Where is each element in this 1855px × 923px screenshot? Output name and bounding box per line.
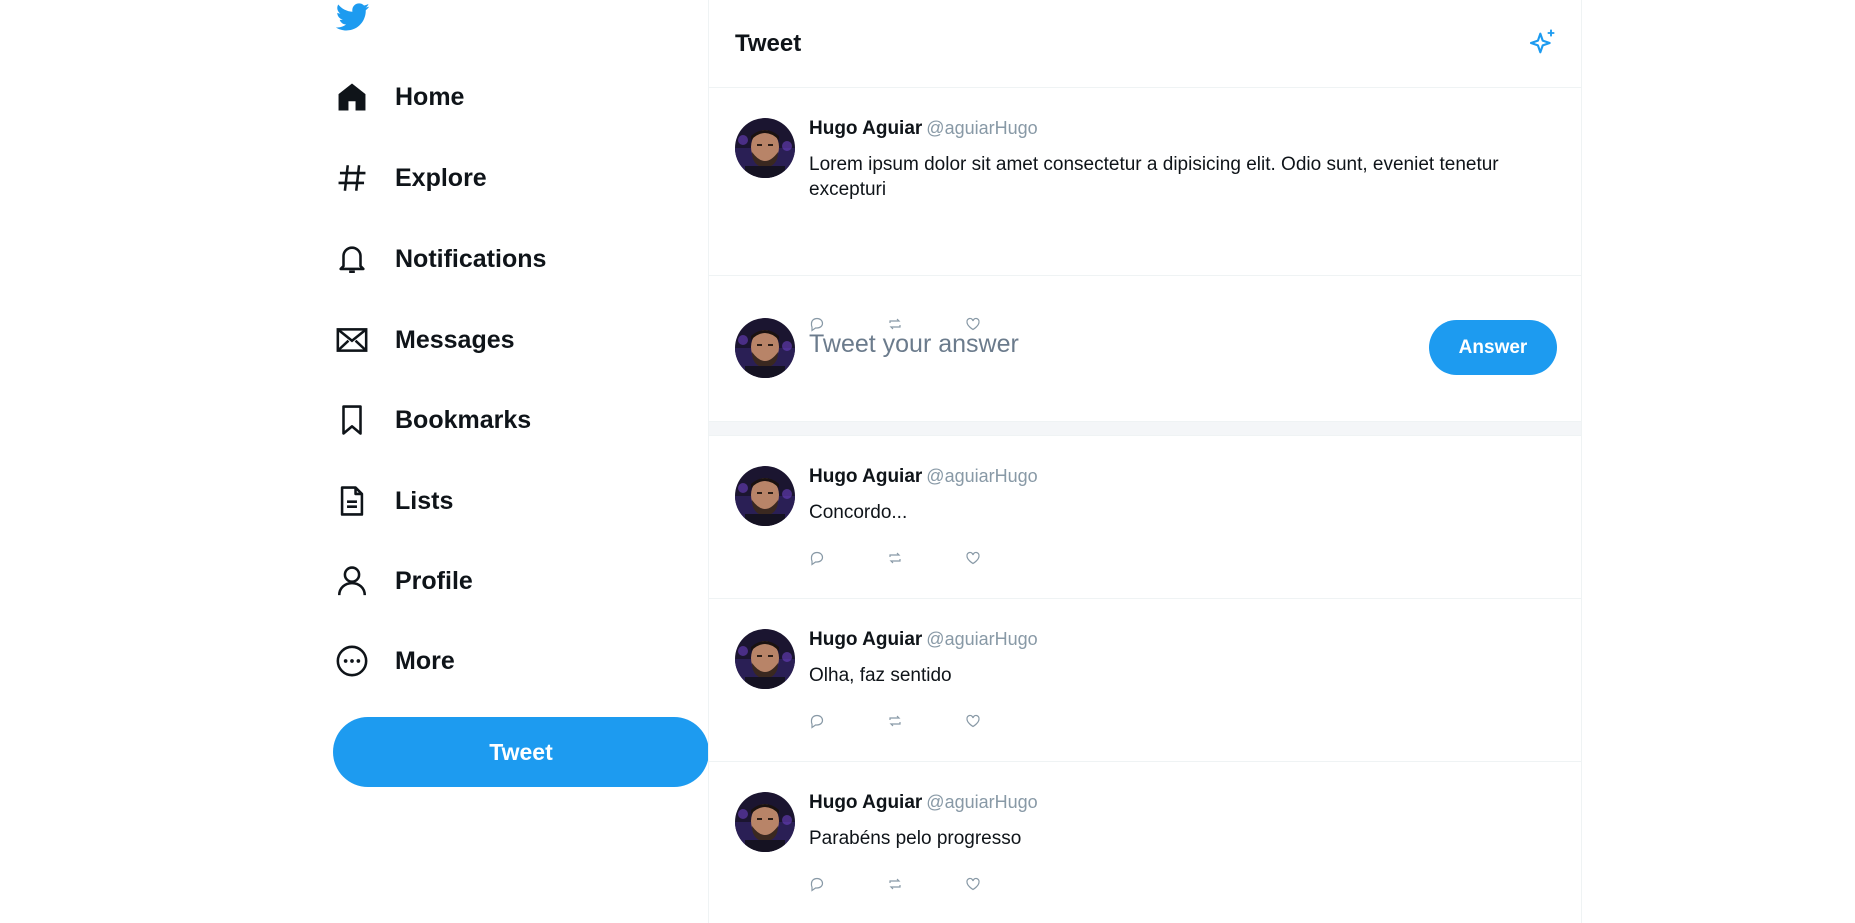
sidebar-item-label: Explore xyxy=(395,163,487,192)
sidebar: Home Explore Notifications Messages Book… xyxy=(333,0,709,923)
sidebar-item-label: More xyxy=(395,646,455,675)
reply-box: Answer xyxy=(709,276,1581,422)
avatar[interactable] xyxy=(735,466,795,526)
user-icon xyxy=(333,562,371,600)
reply-tweet[interactable]: Hugo Aguiar @aguiarHugo Concordo... xyxy=(709,436,1581,599)
avatar[interactable] xyxy=(735,629,795,689)
reply-tweet[interactable]: Hugo Aguiar @aguiarHugo Parabéns pelo pro… xyxy=(709,762,1581,923)
sidebar-item-explore[interactable]: Explore xyxy=(333,150,487,206)
tweet-text: Lorem ipsum dolor sit amet consectetur a… xyxy=(809,154,1499,200)
avatar[interactable] xyxy=(735,318,795,378)
tweet-text: Parabéns pelo progresso xyxy=(809,828,1022,849)
sparkle-icon[interactable] xyxy=(1527,27,1559,59)
tweet-body: Hugo Aguiar @aguiarHugo Lorem ipsum dolor… xyxy=(809,118,1541,202)
tweet-text: Olha, faz sentido xyxy=(809,665,952,686)
reply-icon[interactable] xyxy=(809,713,825,729)
author-handle[interactable]: @aguiarHugo xyxy=(926,118,1037,138)
tweet-author: Hugo Aguiar @aguiarHugo xyxy=(809,466,1541,488)
main-tweet[interactable]: Hugo Aguiar @aguiarHugo Lorem ipsum dolor… xyxy=(709,88,1581,332)
hashtag-icon xyxy=(333,159,371,197)
avatar[interactable] xyxy=(735,118,795,178)
sidebar-item-label: Bookmarks xyxy=(395,405,532,434)
tweet-body: Hugo Aguiar @aguiarHugo Concordo... xyxy=(809,466,1541,525)
answer-button[interactable]: Answer xyxy=(1429,320,1557,375)
author-handle[interactable]: @aguiarHugo xyxy=(926,629,1037,649)
tweet-author: Hugo Aguiar @aguiarHugo xyxy=(809,629,1541,651)
bookmark-icon xyxy=(333,401,371,439)
list-document-icon xyxy=(333,482,371,520)
sidebar-item-label: Notifications xyxy=(395,244,547,273)
tweet-author: Hugo Aguiar @aguiarHugo xyxy=(809,792,1541,814)
author-name[interactable]: Hugo Aguiar xyxy=(809,629,922,650)
author-name[interactable]: Hugo Aguiar xyxy=(809,466,922,487)
tweet-actions xyxy=(809,713,981,729)
tweet-actions xyxy=(809,550,981,566)
main-column: Tweet Hugo Aguiar @aguiarHugo Lorem ipsum… xyxy=(708,0,1582,923)
heart-icon[interactable] xyxy=(965,550,981,566)
reply-tweet[interactable]: Hugo Aguiar @aguiarHugo Olha, faz sentido xyxy=(709,599,1581,762)
author-name[interactable]: Hugo Aguiar xyxy=(809,118,922,139)
author-handle[interactable]: @aguiarHugo xyxy=(926,792,1037,812)
author-name[interactable]: Hugo Aguiar xyxy=(809,792,922,813)
retweet-icon[interactable] xyxy=(887,713,903,729)
sidebar-item-lists[interactable]: Lists xyxy=(333,473,453,529)
sidebar-item-label: Profile xyxy=(395,566,473,595)
more-dots-icon xyxy=(333,642,371,680)
tweet-author: Hugo Aguiar @aguiarHugo xyxy=(809,118,1541,140)
section-divider xyxy=(709,422,1581,436)
reply-icon[interactable] xyxy=(809,550,825,566)
sidebar-item-label: Home xyxy=(395,82,465,111)
retweet-icon[interactable] xyxy=(887,550,903,566)
bell-icon xyxy=(333,240,371,278)
sidebar-item-label: Messages xyxy=(395,325,515,354)
tweet-body: Hugo Aguiar @aguiarHugo Olha, faz sentido xyxy=(809,629,1541,688)
twitter-bird-icon[interactable] xyxy=(333,0,373,34)
heart-icon[interactable] xyxy=(965,876,981,892)
retweet-icon[interactable] xyxy=(887,876,903,892)
sidebar-item-home[interactable]: Home xyxy=(333,69,464,125)
sidebar-item-notifications[interactable]: Notifications xyxy=(333,231,546,287)
tweet-button[interactable]: Tweet xyxy=(333,717,709,787)
avatar[interactable] xyxy=(735,792,795,852)
sidebar-item-profile[interactable]: Profile xyxy=(333,553,473,609)
home-icon xyxy=(333,78,371,116)
envelope-icon xyxy=(333,321,371,359)
sidebar-item-bookmarks[interactable]: Bookmarks xyxy=(333,392,531,448)
tweet-actions xyxy=(809,876,981,892)
sidebar-item-label: Lists xyxy=(395,486,454,515)
sidebar-item-more[interactable]: More xyxy=(333,633,455,689)
sidebar-item-messages[interactable]: Messages xyxy=(333,312,515,368)
reply-icon[interactable] xyxy=(809,876,825,892)
tweet-text: Concordo... xyxy=(809,502,908,523)
author-handle[interactable]: @aguiarHugo xyxy=(926,466,1037,486)
page-title: Tweet xyxy=(735,29,802,57)
main-header: Tweet xyxy=(709,0,1581,88)
heart-icon[interactable] xyxy=(965,713,981,729)
tweet-body: Hugo Aguiar @aguiarHugo Parabéns pelo pro… xyxy=(809,792,1541,851)
reply-input[interactable] xyxy=(809,322,1329,366)
